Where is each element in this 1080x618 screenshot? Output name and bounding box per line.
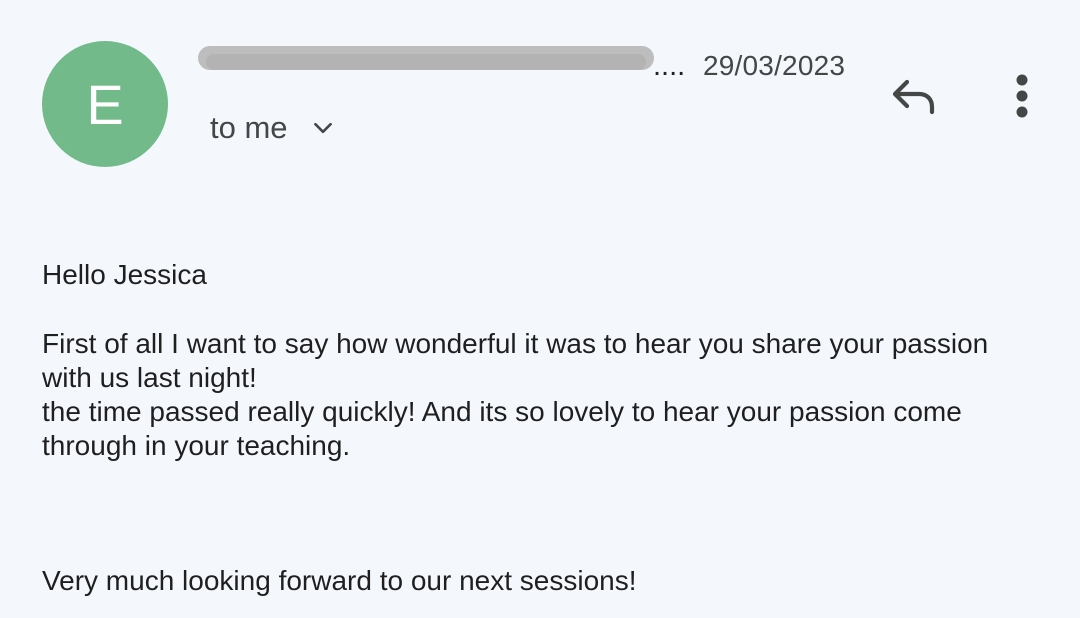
message-greeting: Hello Jessica (42, 259, 207, 290)
sender-address[interactable]: .... (198, 44, 684, 84)
recipient-details-toggle[interactable]: to me (210, 108, 336, 148)
sender-avatar[interactable]: E (42, 41, 168, 167)
redaction-mark-inner (206, 54, 646, 70)
more-vert-icon (1016, 74, 1028, 118)
message-line: with us last night! (42, 362, 257, 393)
reply-icon (892, 79, 935, 115)
message-line: through in your teaching. (42, 430, 351, 461)
recipient-label: to me (210, 110, 288, 145)
sender-truncation-ellipsis: .... (653, 50, 684, 82)
message-date: 29/03/2023 (703, 50, 846, 81)
chevron-down-icon (313, 122, 332, 134)
message-line: First of all I want to say how wonderful… (42, 328, 989, 359)
reply-button[interactable] (878, 66, 948, 126)
more-options-button[interactable] (996, 66, 1048, 126)
message-line: the time passed really quickly! And its … (42, 396, 962, 427)
avatar-initial: E (86, 72, 124, 136)
message-closing: Very much looking forward to our next se… (42, 565, 637, 596)
message-paragraph: First of all I want to say how wonderful… (42, 327, 1052, 463)
